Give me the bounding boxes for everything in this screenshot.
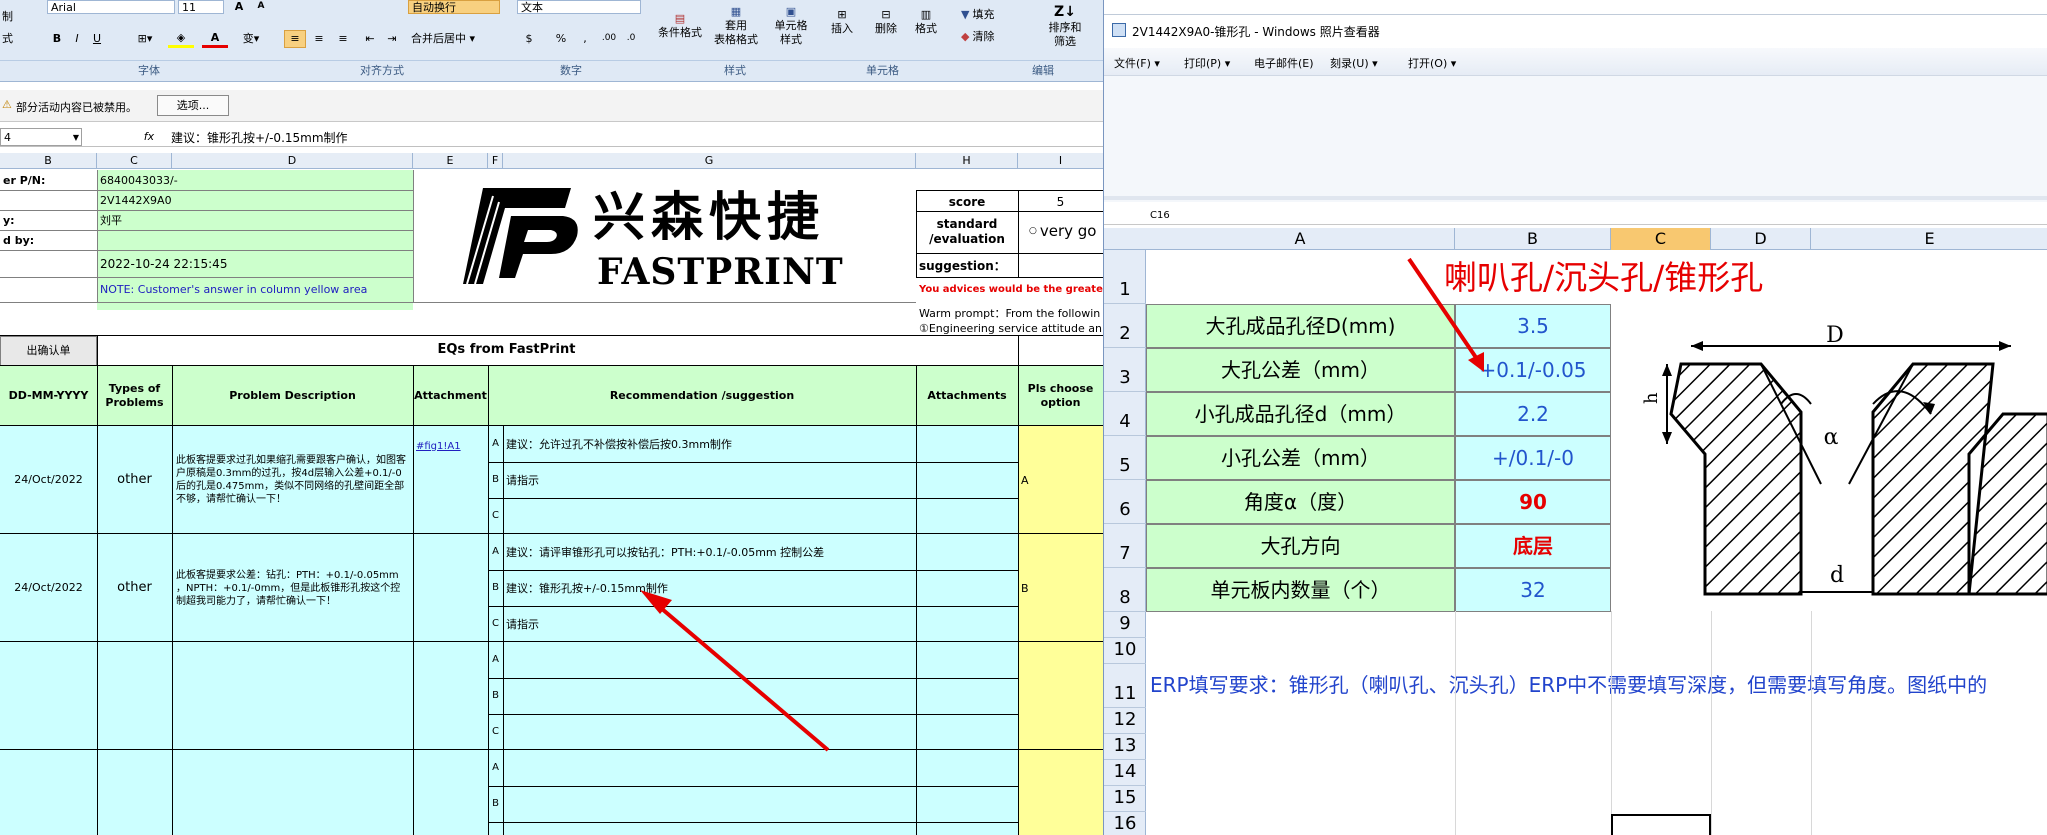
excel-window: 制 式 Arial 11 A A B I U ⊞▾ ◈ A 变▾ ≡ ≡ ≡ ⇤… (0, 0, 1103, 835)
viewer-titlebar: 2V1442X9A0-锥形孔 - Windows 照片查看器 (1104, 14, 2047, 46)
viewer-image: C16 A B C D E 1 2 3 4 5 6 7 8 9 10 11 12 13 14 15 16 喇叭… (1104, 76, 2047, 835)
menu-file[interactable]: 文件(F) ▾ (1114, 55, 1160, 71)
menu-open[interactable]: 打开(O) ▾ (1408, 55, 1456, 71)
photo-viewer-window: 2V1442X9A0-锥形孔 - Windows 照片查看器 文件(F) ▾ 打… (1103, 0, 2047, 835)
viewer-title: 2V1442X9A0-锥形孔 - Windows 照片查看器 (1132, 25, 1380, 39)
menu-burn[interactable]: 刻录(U) ▾ (1330, 55, 1378, 71)
red-arrow-annotation-right (1407, 257, 1484, 372)
menu-email[interactable]: 电子邮件(E) (1254, 55, 1314, 71)
photo-viewer-icon (1112, 23, 1126, 37)
menu-print[interactable]: 打印(P) ▾ (1184, 55, 1230, 71)
red-arrow-annotation (640, 590, 830, 752)
viewer-menubar: 文件(F) ▾ 打印(P) ▾ 电子邮件(E) 刻录(U) ▾ 打开(O) ▾ (1104, 48, 2047, 76)
